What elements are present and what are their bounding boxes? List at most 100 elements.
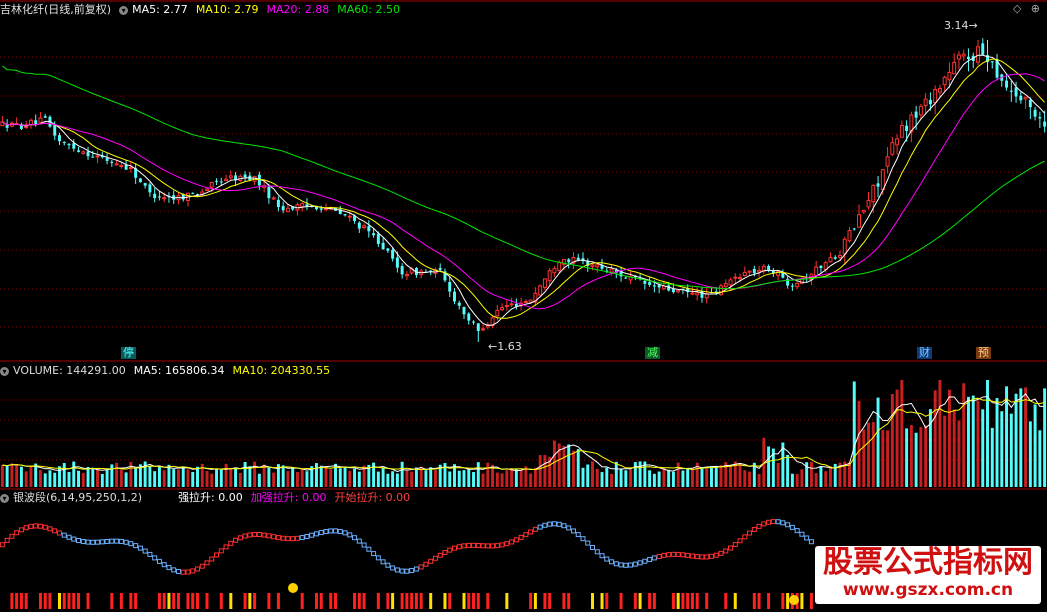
wave-mark — [328, 528, 334, 534]
wave-mark — [214, 552, 220, 558]
wave-mark — [651, 555, 657, 561]
candle-body — [148, 184, 152, 193]
panel-tool-icons[interactable]: ◇ ⊕ — [1013, 2, 1043, 15]
wave-mark — [118, 538, 124, 544]
volume-bar — [134, 468, 138, 487]
volume-bar — [933, 390, 937, 487]
volume-bar — [29, 466, 33, 487]
event-marker-stop[interactable]: 停 — [121, 347, 136, 359]
volume-bar — [205, 470, 209, 487]
signal-bar — [448, 593, 452, 609]
volume-bar — [671, 471, 675, 487]
wave-mark — [85, 539, 91, 545]
volume-bar — [729, 465, 732, 487]
candle-body — [814, 266, 819, 276]
signal-bar — [733, 593, 737, 609]
candle-body — [871, 184, 876, 203]
volume-bar — [1000, 411, 1004, 487]
candle-body — [462, 306, 466, 315]
candle-body — [53, 124, 57, 136]
signal-bar — [191, 593, 195, 609]
wave-mark — [261, 532, 267, 538]
chevron-down-icon[interactable]: ▾ — [119, 5, 129, 15]
watermark-url: www.gszx.com.cn — [842, 580, 1014, 600]
volume-bar — [24, 471, 28, 487]
volume-bar — [234, 468, 238, 487]
wave-mark — [599, 553, 605, 559]
volume-bar — [481, 473, 485, 487]
volume-bar — [947, 389, 951, 487]
wave-mark — [518, 534, 524, 540]
signal-bar — [134, 593, 138, 609]
volume-bar — [281, 465, 285, 487]
volume-bars[interactable] — [0, 380, 1047, 487]
volume-bar — [253, 461, 257, 487]
volume-bar — [614, 461, 618, 487]
volume-bar — [15, 464, 19, 487]
signal-bar — [15, 593, 19, 609]
volume-bar — [914, 432, 918, 487]
candle-body — [362, 225, 367, 229]
indicator-marks — [0, 519, 814, 609]
wave-mark — [704, 554, 710, 560]
candle-body — [899, 125, 904, 138]
wave-mark — [632, 561, 638, 567]
candle-body — [438, 267, 442, 270]
chevron-down-icon[interactable]: ▾ — [0, 493, 9, 503]
candle-body — [95, 155, 100, 158]
event-marker-forecast[interactable]: 预 — [976, 347, 991, 359]
wave-mark — [699, 554, 705, 560]
volume-bar — [400, 461, 404, 487]
wave-mark — [437, 552, 443, 558]
signal-bar — [77, 593, 81, 609]
candle-body — [767, 265, 771, 271]
grid-lines — [0, 56, 1047, 461]
candle-body — [224, 178, 229, 182]
stock-title[interactable]: 吉林化纤(日线,前复权) — [0, 2, 111, 18]
candle-body — [381, 242, 385, 250]
volume-bar — [743, 470, 747, 487]
volume-bar — [19, 466, 23, 487]
event-marker-finance[interactable]: 财 — [917, 347, 932, 359]
candle-body — [885, 156, 890, 167]
wave-mark — [423, 561, 429, 567]
candle-body — [257, 174, 261, 186]
wave-mark — [209, 556, 215, 562]
volume-bar — [676, 462, 680, 487]
volume-bar — [690, 468, 694, 487]
volume-bar — [538, 455, 542, 487]
volume-bar — [43, 473, 47, 487]
wave-mark — [204, 560, 210, 566]
volume-bar — [405, 469, 409, 487]
wave-mark — [42, 524, 48, 530]
wave-mark — [390, 565, 396, 571]
ma10-value: MA10: 2.79 — [195, 3, 259, 16]
volume-bar — [600, 472, 604, 487]
wave-mark — [499, 542, 505, 548]
wave-mark — [528, 529, 534, 535]
candle-body — [690, 292, 695, 295]
volume-bar — [96, 469, 100, 487]
candle-body — [852, 228, 856, 230]
chevron-down-icon[interactable]: ▾ — [0, 366, 9, 376]
candle-body — [1033, 109, 1037, 117]
wave-mark — [670, 551, 676, 557]
volume-bar — [824, 471, 828, 487]
volume-bar — [1009, 413, 1013, 487]
wave-mark — [675, 551, 681, 557]
signal-bar — [476, 593, 480, 609]
candle-body — [495, 309, 500, 317]
volume-bar — [72, 461, 76, 487]
chart-canvas[interactable] — [0, 0, 1047, 609]
wave-mark — [428, 558, 434, 564]
candle-body — [742, 271, 747, 277]
signal-bar — [443, 593, 447, 609]
volume-bar — [300, 468, 304, 487]
indicator-name[interactable]: 银波段(6,14,95,250,1,2) — [13, 490, 142, 506]
volume-bar — [605, 467, 609, 487]
candle-body — [404, 273, 409, 277]
kline-chart-window[interactable]: 吉林化纤(日线,前复权) ▾ MA5: 2.77 MA10: 2.79 MA20… — [0, 0, 1047, 609]
ma10-line — [2, 58, 1045, 319]
event-marker-reduce[interactable]: 减 — [645, 347, 660, 359]
volume-bar — [629, 469, 633, 487]
